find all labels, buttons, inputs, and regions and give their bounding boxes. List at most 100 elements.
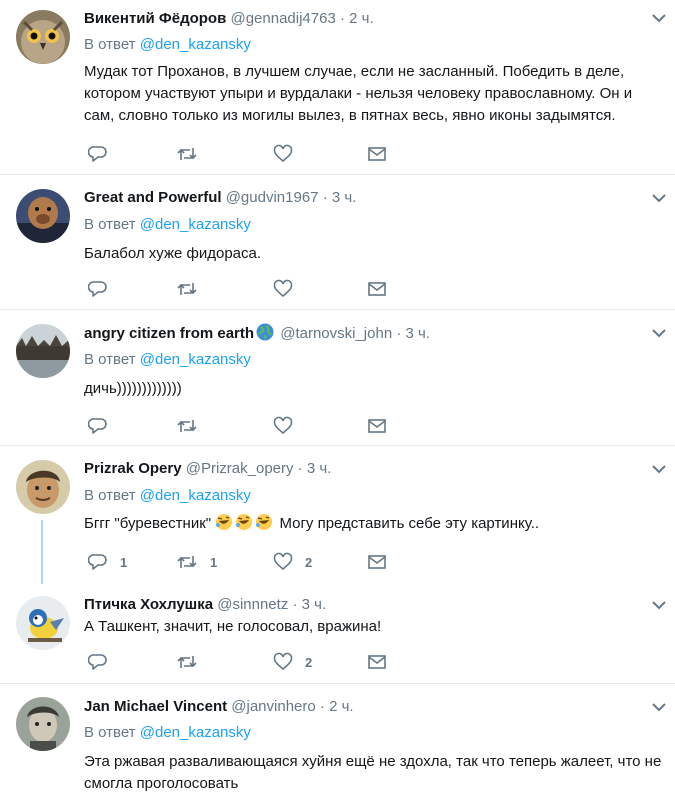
author-handle[interactable]: @gennadij4763 bbox=[230, 10, 335, 27]
message-button[interactable] bbox=[367, 144, 387, 164]
retweet-button[interactable] bbox=[176, 144, 198, 164]
timestamp[interactable]: 3 ч. bbox=[332, 189, 357, 206]
mention-link[interactable]: @den_kazansky bbox=[140, 724, 251, 741]
author-name[interactable]: Птичка Хохлушка bbox=[84, 596, 213, 613]
retweet-button[interactable]: 1 bbox=[176, 552, 217, 572]
separator-dot: · bbox=[396, 325, 402, 342]
like-button[interactable]: 2 bbox=[273, 552, 312, 572]
reply-prefix: В ответ bbox=[84, 487, 136, 504]
reply-button[interactable] bbox=[88, 416, 108, 436]
chevron-down-icon[interactable] bbox=[651, 701, 667, 713]
heart-icon bbox=[273, 652, 293, 671]
reply-button[interactable] bbox=[88, 144, 108, 164]
tweet-text: Эта ржавая разваливающаяся хуйня ещё не … bbox=[84, 753, 662, 792]
chevron-down-icon[interactable] bbox=[651, 327, 667, 339]
heart-icon bbox=[273, 144, 293, 163]
mention-link[interactable]: @den_kazansky bbox=[140, 487, 251, 504]
tweet-text: А Ташкент, значит, не голосовал, вражина… bbox=[84, 618, 382, 635]
reply-icon bbox=[88, 146, 107, 162]
reply-button[interactable]: 1 bbox=[88, 552, 127, 572]
rofl-emoji-icon bbox=[256, 514, 273, 530]
separator-dot: · bbox=[319, 698, 325, 715]
like-button[interactable] bbox=[273, 144, 293, 164]
tweet[interactable]: Great and Powerful @gudvin1967 · 3 ч. В … bbox=[0, 175, 675, 310]
avatar-cartoon[interactable] bbox=[16, 460, 70, 514]
reply-prefix: В ответ bbox=[84, 351, 136, 368]
author-handle[interactable]: @janvinhero bbox=[231, 698, 315, 715]
mention-link[interactable]: @den_kazansky bbox=[140, 36, 251, 53]
separator-dot: · bbox=[339, 10, 345, 27]
reply-icon bbox=[88, 554, 107, 570]
reply-button[interactable] bbox=[88, 652, 108, 672]
reply-button[interactable] bbox=[88, 279, 108, 299]
tweet-text-part: Могу представить себе эту картинку.. bbox=[279, 515, 540, 532]
reply-prefix: В ответ bbox=[84, 216, 136, 233]
retweet-icon bbox=[177, 148, 197, 160]
heart-icon bbox=[273, 552, 293, 571]
avatar-drawing[interactable] bbox=[16, 697, 70, 751]
author-name[interactable]: angry citizen from earth bbox=[84, 325, 254, 342]
like-count: 2 bbox=[305, 554, 313, 570]
avatar-alf[interactable] bbox=[16, 189, 70, 243]
message-button[interactable] bbox=[367, 652, 387, 672]
tweet[interactable]: Jan Michael Vincent @janvinhero · 2 ч. В… bbox=[0, 684, 675, 807]
tweet-text: Бггг "буревестник" Могу представить себе… bbox=[84, 513, 664, 535]
like-count: 2 bbox=[305, 654, 313, 670]
envelope-icon bbox=[368, 419, 386, 433]
message-button[interactable] bbox=[367, 552, 387, 572]
tweet-text: дичь))))))))))))) bbox=[84, 380, 182, 397]
author-name[interactable]: Great and Powerful bbox=[84, 189, 222, 206]
chevron-down-icon[interactable] bbox=[651, 192, 667, 204]
author-name[interactable]: Prizrak Opery bbox=[84, 460, 182, 477]
tweet[interactable]: angry citizen from earth @tarnovski_john… bbox=[0, 310, 675, 446]
timestamp[interactable]: 3 ч. bbox=[406, 325, 431, 342]
chevron-down-icon[interactable] bbox=[651, 463, 667, 475]
author-handle[interactable]: @Prizrak_opery bbox=[186, 460, 294, 477]
avatar-landscape[interactable] bbox=[16, 324, 70, 378]
earth-globe-icon bbox=[256, 323, 274, 341]
message-button[interactable] bbox=[367, 416, 387, 436]
retweet-count: 1 bbox=[210, 554, 218, 570]
heart-icon bbox=[273, 416, 293, 435]
timestamp[interactable]: 2 ч. bbox=[349, 10, 374, 27]
separator-dot: · bbox=[292, 596, 298, 613]
message-button[interactable] bbox=[367, 279, 387, 299]
author-name[interactable]: Jan Michael Vincent bbox=[84, 698, 227, 715]
chevron-down-icon[interactable] bbox=[651, 12, 667, 24]
mention-link[interactable]: @den_kazansky bbox=[140, 216, 251, 233]
reply-icon bbox=[88, 281, 107, 297]
reply-icon bbox=[88, 418, 107, 434]
retweet-icon bbox=[177, 656, 197, 668]
mention-link[interactable]: @den_kazansky bbox=[140, 351, 251, 368]
tweet[interactable]: Птичка Хохлушка @sinnnetz · 3 ч. А Ташке… bbox=[0, 584, 675, 684]
tweet[interactable]: Prizrak Opery @Prizrak_opery · 3 ч. В от… bbox=[0, 446, 675, 584]
like-button[interactable] bbox=[273, 416, 293, 436]
envelope-icon bbox=[368, 655, 386, 669]
chevron-down-icon[interactable] bbox=[651, 599, 667, 611]
envelope-icon bbox=[368, 282, 386, 296]
author-handle[interactable]: @gudvin1967 bbox=[226, 189, 319, 206]
author-handle[interactable]: @sinnnetz bbox=[217, 596, 288, 613]
author-handle[interactable]: @tarnovski_john bbox=[280, 325, 392, 342]
thread-connector bbox=[41, 520, 43, 584]
avatar-bird[interactable] bbox=[16, 596, 70, 650]
retweet-button[interactable] bbox=[176, 279, 198, 299]
avatar-owl[interactable] bbox=[16, 10, 70, 64]
timestamp[interactable]: 3 ч. bbox=[302, 596, 327, 613]
like-button[interactable]: 2 bbox=[273, 652, 312, 672]
rofl-emoji-icon bbox=[216, 514, 233, 530]
reply-icon bbox=[88, 654, 107, 670]
tweet[interactable]: Викентий Фёдоров @gennadij4763 · 2 ч. В … bbox=[0, 0, 675, 175]
envelope-icon bbox=[368, 147, 386, 161]
author-name[interactable]: Викентий Фёдоров bbox=[84, 10, 226, 27]
separator-dot: · bbox=[322, 189, 328, 206]
timestamp[interactable]: 3 ч. bbox=[307, 460, 332, 477]
retweet-button[interactable] bbox=[176, 416, 198, 436]
retweet-icon bbox=[177, 283, 197, 295]
like-button[interactable] bbox=[273, 279, 293, 299]
tweet-text: Балабол хуже фидораса. bbox=[84, 245, 262, 262]
reply-count: 1 bbox=[120, 554, 128, 570]
rofl-emoji-icon bbox=[236, 514, 253, 530]
retweet-button[interactable] bbox=[176, 652, 198, 672]
timestamp[interactable]: 2 ч. bbox=[329, 698, 354, 715]
